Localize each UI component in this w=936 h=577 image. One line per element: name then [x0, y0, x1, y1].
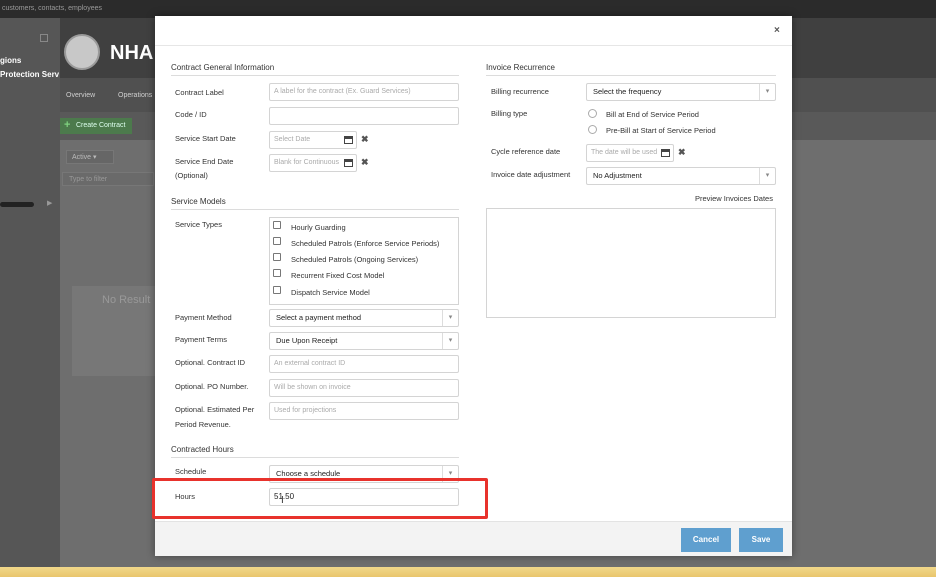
- po-number-input[interactable]: Will be shown on invoice: [269, 379, 459, 397]
- highlight-box: [152, 478, 488, 519]
- status-filter-select[interactable]: Active ▾: [66, 150, 114, 164]
- revenue-label-line2: Period Revenue.: [175, 420, 231, 429]
- clear-icon[interactable]: ✖: [361, 134, 369, 145]
- schedule-value: Choose a schedule: [276, 469, 341, 478]
- service-types-label: Service Types: [175, 220, 222, 229]
- end-date-optional-label: (Optional): [175, 171, 208, 180]
- invoice-preview-panel: [486, 208, 776, 318]
- calendar-icon[interactable]: [344, 159, 353, 167]
- billing-type-label: Billing type: [491, 109, 528, 118]
- payment-method-value: Select a payment method: [276, 313, 362, 322]
- plus-icon: +: [64, 119, 71, 131]
- page-title: NHA: [110, 42, 154, 64]
- contract-label-input[interactable]: A label for the contract (Ex. Guard Serv…: [269, 83, 459, 101]
- preview-invoices-link[interactable]: Preview Invoices Dates: [695, 194, 773, 203]
- calendar-icon[interactable]: [661, 149, 670, 157]
- radio-bill-end[interactable]: [588, 109, 597, 118]
- service-type-label: Hourly Guarding: [291, 223, 346, 232]
- create-contract-button[interactable]: + Create Contract: [60, 118, 132, 134]
- checkbox-dispatch-service[interactable]: [273, 286, 281, 294]
- divider: [486, 75, 776, 76]
- checkbox-recurrent-fixed-cost[interactable]: [273, 269, 281, 277]
- code-id-input[interactable]: [269, 107, 459, 125]
- start-date-label: Service Start Date: [175, 134, 236, 143]
- sidebar-scroll-bar[interactable]: [0, 202, 34, 207]
- payment-terms-value: Due Upon Receipt: [276, 336, 338, 345]
- date-adjustment-label: Invoice date adjustment: [491, 170, 571, 179]
- billing-recurrence-value: Select the frequency: [593, 87, 662, 96]
- filter-input[interactable]: Type to filter: [62, 172, 154, 186]
- calendar-icon[interactable]: [344, 136, 353, 144]
- radio-pre-bill[interactable]: [588, 125, 597, 134]
- section-title-general: Contract General Information: [171, 63, 275, 72]
- end-date-label: Service End Date: [175, 157, 234, 166]
- revenue-label: Optional. Estimated Per: [175, 405, 255, 414]
- checkbox-hourly-guarding[interactable]: [273, 221, 281, 229]
- app-filters: Active ▾ Type to filter: [60, 140, 160, 200]
- chevron-down-icon: ▾: [442, 333, 458, 349]
- create-contract-label: Create Contract: [76, 122, 126, 129]
- tab-operations[interactable]: Operations: [118, 92, 152, 99]
- divider: [171, 75, 459, 76]
- grid-icon: [40, 34, 48, 42]
- contract-label-label: Contract Label: [175, 88, 224, 97]
- status-filter-value: Active: [72, 154, 92, 161]
- service-type-label: Scheduled Patrols (Enforce Service Perio…: [291, 239, 440, 248]
- close-icon[interactable]: ×: [774, 25, 780, 36]
- clear-icon[interactable]: ✖: [361, 157, 369, 168]
- global-search-hint: customers, contacts, employees: [2, 5, 102, 12]
- revenue-input[interactable]: Used for projections: [269, 402, 459, 420]
- chevron-down-icon: ▾: [759, 84, 775, 100]
- service-type-label: Recurrent Fixed Cost Model: [291, 271, 385, 280]
- payment-terms-select[interactable]: Due Upon Receipt ▾: [269, 332, 459, 350]
- billing-type-option: Pre-Bill at Start of Service Period: [606, 126, 716, 135]
- cancel-button[interactable]: Cancel: [681, 528, 731, 552]
- section-title-invoice-recurrence: Invoice Recurrence: [486, 63, 555, 72]
- code-id-label: Code / ID: [175, 110, 207, 119]
- clear-icon[interactable]: ✖: [678, 147, 686, 158]
- section-title-contracted-hours: Contracted Hours: [171, 445, 234, 454]
- divider: [171, 457, 459, 458]
- no-results-text: No Result: [102, 294, 151, 306]
- taskbar: [0, 567, 936, 577]
- billing-type-option: Bill at End of Service Period: [606, 110, 699, 119]
- service-type-label: Scheduled Patrols (Ongoing Services): [291, 255, 419, 264]
- sidebar-item-regions[interactable]: gions: [0, 56, 21, 65]
- payment-method-select[interactable]: Select a payment method ▾: [269, 309, 459, 327]
- date-adjustment-value: No Adjustment: [593, 171, 642, 180]
- tab-overview[interactable]: Overview: [66, 92, 95, 99]
- avatar: [64, 34, 100, 70]
- po-number-label: Optional. PO Number.: [175, 382, 249, 391]
- contract-id-label: Optional. Contract ID: [175, 358, 246, 367]
- checkbox-scheduled-patrols-ongoing[interactable]: [273, 253, 281, 261]
- billing-recurrence-label: Billing recurrence: [491, 87, 549, 96]
- modal-header: ×: [155, 16, 792, 46]
- chevron-right-icon: ▶: [47, 200, 53, 207]
- checkbox-scheduled-patrols-enforce[interactable]: [273, 237, 281, 245]
- create-contract-modal: × Contract General Information Contract …: [155, 16, 792, 556]
- contract-id-input[interactable]: An external contract ID: [269, 355, 459, 373]
- sidebar-item-protection[interactable]: Protection Serv: [0, 70, 59, 79]
- date-adjustment-select[interactable]: No Adjustment ▾: [586, 167, 776, 185]
- section-title-service-models: Service Models: [171, 197, 226, 206]
- payment-method-label: Payment Method: [175, 313, 232, 322]
- billing-recurrence-select[interactable]: Select the frequency ▾: [586, 83, 776, 101]
- cycle-reference-label: Cycle reference date: [491, 147, 561, 156]
- modal-footer: Cancel Save: [155, 521, 792, 556]
- chevron-down-icon: ▾: [442, 310, 458, 326]
- schedule-label: Schedule: [175, 467, 207, 476]
- app-sidebar: gions Protection Serv ▶: [0, 18, 60, 577]
- divider: [171, 209, 459, 210]
- service-type-label: Dispatch Service Model: [291, 288, 370, 297]
- save-button[interactable]: Save: [739, 528, 783, 552]
- chevron-down-icon: ▾: [759, 168, 775, 184]
- text-cursor-icon: I: [281, 495, 284, 506]
- payment-terms-label: Payment Terms: [175, 335, 227, 344]
